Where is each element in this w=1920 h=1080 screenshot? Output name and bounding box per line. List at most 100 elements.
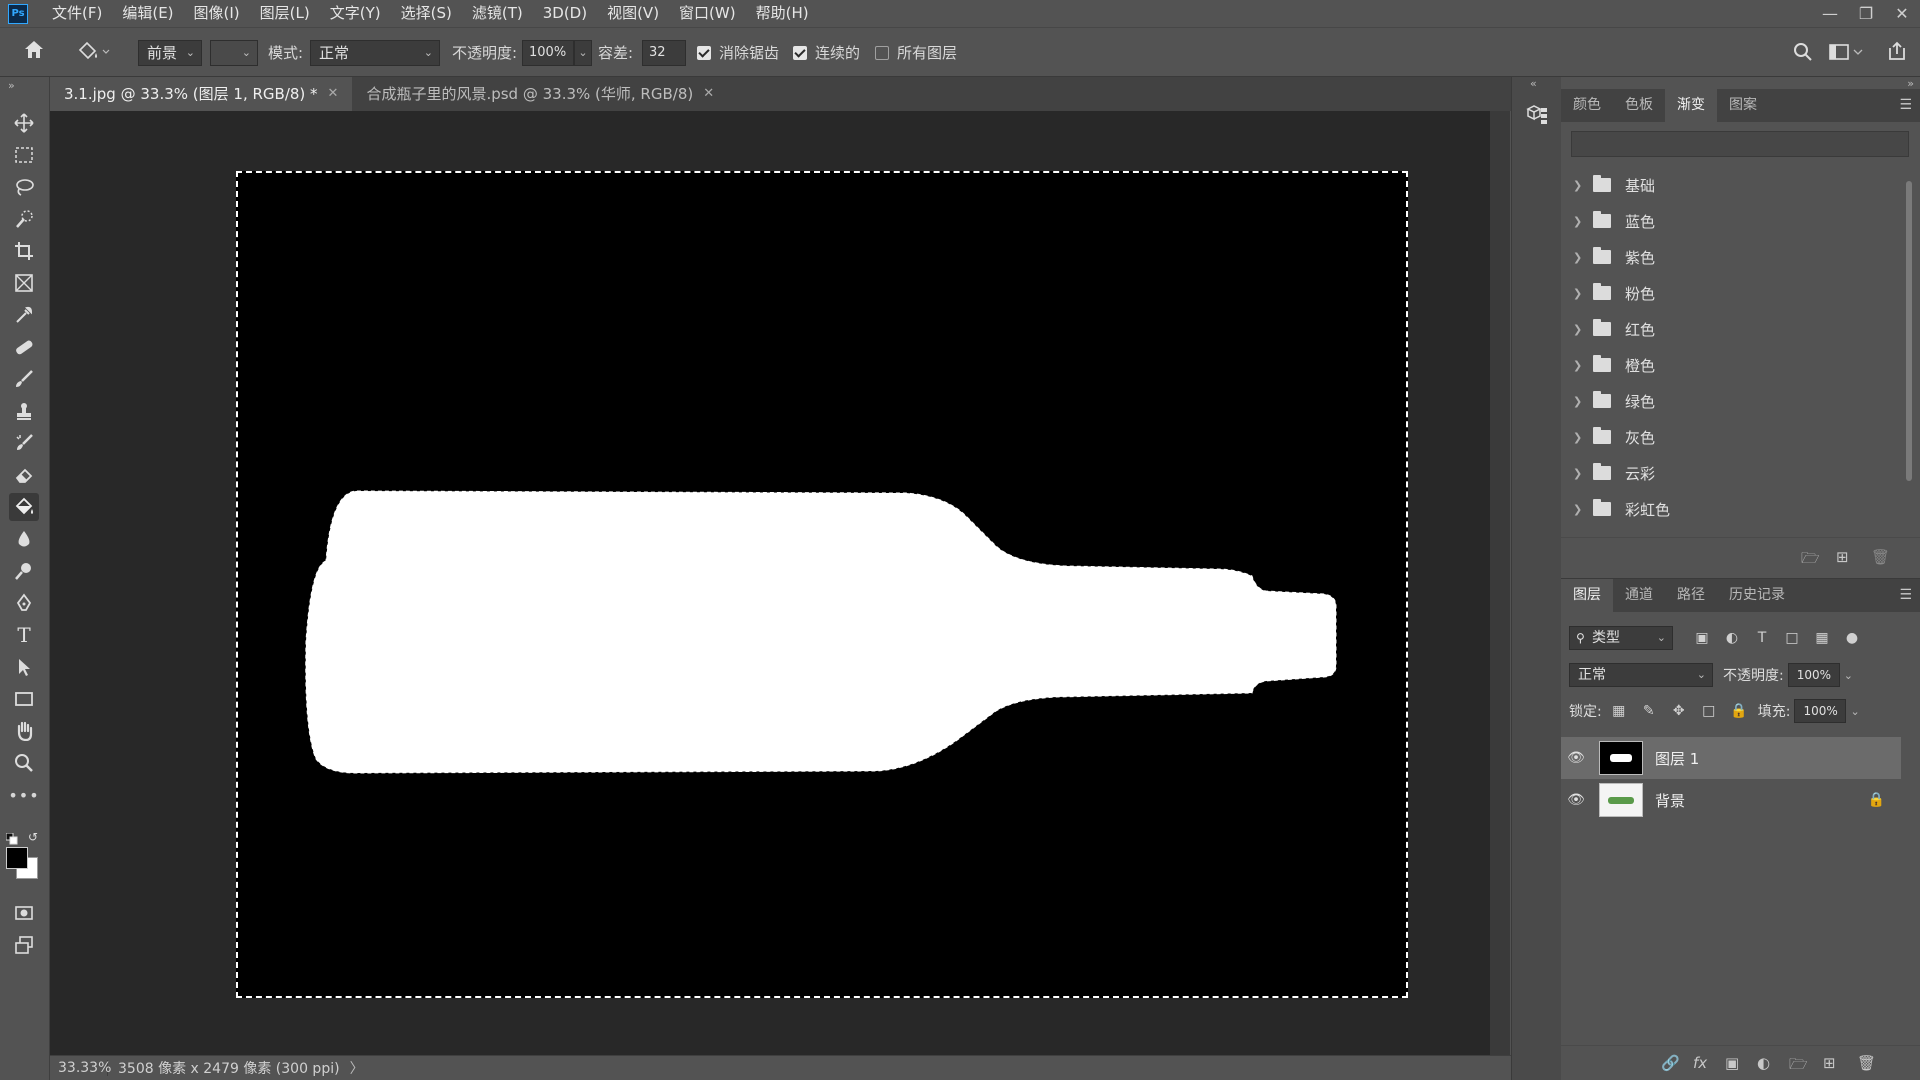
new-layer-icon[interactable]: ⊞ <box>1823 1054 1836 1072</box>
layer-row[interactable]: 👁 图层 1 <box>1561 737 1901 779</box>
tab-document-2[interactable]: 合成瓶子里的风景.psd @ 33.3% (华师, RGB/8) ✕ <box>352 77 728 111</box>
chevron-down-icon[interactable]: ⌄ <box>1844 669 1853 682</box>
adjustment-filter-icon[interactable]: ◐ <box>1721 630 1743 646</box>
hand-tool-icon[interactable] <box>9 717 39 745</box>
delete-layer-icon[interactable]: 🗑 <box>1857 1054 1876 1072</box>
lock-all-icon[interactable]: 🔒 <box>1728 703 1750 719</box>
libraries-icon[interactable] <box>1524 103 1550 133</box>
menu-3d[interactable]: 3D(D) <box>533 0 597 27</box>
delete-icon[interactable]: 🗑 <box>1871 548 1890 566</box>
menu-type[interactable]: 文字(Y) <box>320 0 391 27</box>
menu-image[interactable]: 图像(I) <box>184 0 250 27</box>
eyedropper-tool-icon[interactable] <box>9 301 39 329</box>
tab-patterns[interactable]: 图案 <box>1717 89 1769 122</box>
share-icon[interactable] <box>1886 40 1908 66</box>
clone-stamp-tool-icon[interactable] <box>9 397 39 425</box>
opacity-dropdown-icon[interactable]: ⌄ <box>574 40 592 66</box>
opacity-input[interactable]: 100% <box>522 40 574 66</box>
eraser-tool-icon[interactable] <box>9 461 39 489</box>
healing-brush-tool-icon[interactable] <box>9 333 39 361</box>
canvas-vertical-scrollbar[interactable] <box>1490 111 1510 1055</box>
gradient-folder[interactable]: ❯ 橙色 <box>1573 347 1655 383</box>
adjustment-layer-icon[interactable]: ◐ <box>1757 1054 1770 1072</box>
eye-icon[interactable]: 👁 <box>1561 792 1591 808</box>
scrollbar-thumb[interactable] <box>1906 181 1912 481</box>
chevron-right-icon[interactable]: ❯ <box>1573 467 1587 480</box>
gradient-folder[interactable]: ❯ 彩虹色 <box>1573 491 1670 527</box>
gradient-list-scrollbar[interactable] <box>1903 167 1915 529</box>
panel-menu-icon[interactable]: ☰ <box>1899 89 1912 122</box>
smart-object-filter-icon[interactable]: ▦ <box>1811 630 1833 646</box>
menu-select[interactable]: 选择(S) <box>391 0 462 27</box>
chevron-right-icon[interactable]: ❯ <box>1573 287 1587 300</box>
status-arrow-icon[interactable]: 〉 <box>340 1058 364 1078</box>
tab-document-1[interactable]: 3.1.jpg @ 33.3% (图层 1, RGB/8) * ✕ <box>50 77 353 111</box>
zoom-level[interactable]: 33.33% <box>50 1060 111 1076</box>
collapse-dock-icon[interactable]: « <box>1530 77 1537 90</box>
document-canvas[interactable] <box>236 171 1408 998</box>
frame-tool-icon[interactable] <box>9 269 39 297</box>
layer-name[interactable]: 图层 1 <box>1655 748 1699 769</box>
chevron-right-icon[interactable]: ❯ <box>1573 323 1587 336</box>
gradient-folder[interactable]: ❯粉彩 <box>1573 525 1655 529</box>
gradient-folder[interactable]: ❯ 云彩 <box>1573 455 1655 491</box>
tab-layers[interactable]: 图层 <box>1561 579 1613 612</box>
home-icon[interactable] <box>22 38 46 66</box>
fill-source-select[interactable]: 前景 ⌄ <box>138 40 202 66</box>
eye-icon[interactable]: 👁 <box>1561 750 1591 766</box>
chevron-down-icon[interactable]: ⌄ <box>1850 705 1859 718</box>
pen-tool-icon[interactable] <box>9 589 39 617</box>
tab-color[interactable]: 颜色 <box>1561 89 1613 122</box>
crop-tool-icon[interactable] <box>9 237 39 265</box>
history-brush-tool-icon[interactable] <box>9 429 39 457</box>
quick-mask-icon[interactable] <box>9 899 39 927</box>
minimize-icon[interactable]: — <box>1812 0 1848 27</box>
filter-toggle-icon[interactable]: ● <box>1841 630 1863 646</box>
menu-filter[interactable]: 滤镜(T) <box>462 0 533 27</box>
type-filter-icon[interactable]: T <box>1751 630 1773 646</box>
restore-icon[interactable]: ❐ <box>1848 0 1884 27</box>
close-icon[interactable]: ✕ <box>1884 0 1920 27</box>
blend-mode-select[interactable]: 正常 ⌄ <box>1569 663 1713 687</box>
zoom-tool-icon[interactable] <box>9 749 39 777</box>
new-group-icon[interactable]: 🗁 <box>1789 1054 1808 1079</box>
gradient-folder[interactable]: ❯ 蓝色 <box>1573 203 1655 239</box>
quick-selection-tool-icon[interactable] <box>9 205 39 233</box>
layer-style-icon[interactable]: fx <box>1693 1054 1707 1072</box>
lock-transparent-icon[interactable]: ▦ <box>1608 703 1630 719</box>
swap-colors-icon[interactable]: ↺ <box>28 830 38 844</box>
gradient-folder[interactable]: ❯ 基础 <box>1573 167 1655 203</box>
move-tool-icon[interactable] <box>9 109 39 137</box>
all-layers-checkbox[interactable] <box>875 46 889 60</box>
chevron-right-icon[interactable]: ❯ <box>1573 431 1587 444</box>
foreground-color-swatch[interactable] <box>6 847 28 869</box>
layer-filter-select[interactable]: ⚲ 类型 ⌄ <box>1569 626 1673 650</box>
gradient-folder[interactable]: ❯ 粉色 <box>1573 275 1655 311</box>
type-tool-icon[interactable]: T <box>9 621 39 649</box>
layer-name[interactable]: 背景 <box>1655 790 1685 811</box>
tolerance-input[interactable]: 32 <box>642 40 686 66</box>
chevron-right-icon[interactable]: ❯ <box>1573 179 1587 192</box>
shape-filter-icon[interactable]: □ <box>1781 630 1803 646</box>
pattern-picker[interactable]: ⌄ <box>210 40 258 66</box>
lasso-tool-icon[interactable] <box>9 173 39 201</box>
blur-tool-icon[interactable] <box>9 525 39 553</box>
layer-fill-input[interactable]: 100% <box>1794 699 1847 723</box>
collapse-icon[interactable]: » <box>8 79 15 92</box>
paint-bucket-tool-preset-icon[interactable] <box>76 40 112 68</box>
close-tab-icon[interactable]: ✕ <box>328 77 339 111</box>
tab-swatches[interactable]: 色板 <box>1613 89 1665 122</box>
antialias-checkbox[interactable] <box>697 46 711 60</box>
chevron-right-icon[interactable]: ❯ <box>1573 359 1587 372</box>
rectangle-tool-icon[interactable] <box>9 685 39 713</box>
menu-view[interactable]: 视图(V) <box>597 0 669 27</box>
chevron-right-icon[interactable]: ❯ <box>1573 395 1587 408</box>
path-selection-tool-icon[interactable] <box>9 653 39 681</box>
lock-image-icon[interactable]: ✎ <box>1638 703 1660 719</box>
lock-position-icon[interactable]: ✥ <box>1668 703 1690 719</box>
screen-mode-icon[interactable] <box>9 931 39 959</box>
tab-gradients[interactable]: 渐变 <box>1665 89 1717 122</box>
menu-file[interactable]: 文件(F) <box>42 0 112 27</box>
tab-channels[interactable]: 通道 <box>1613 579 1665 612</box>
add-mask-icon[interactable]: ▣ <box>1725 1054 1739 1072</box>
